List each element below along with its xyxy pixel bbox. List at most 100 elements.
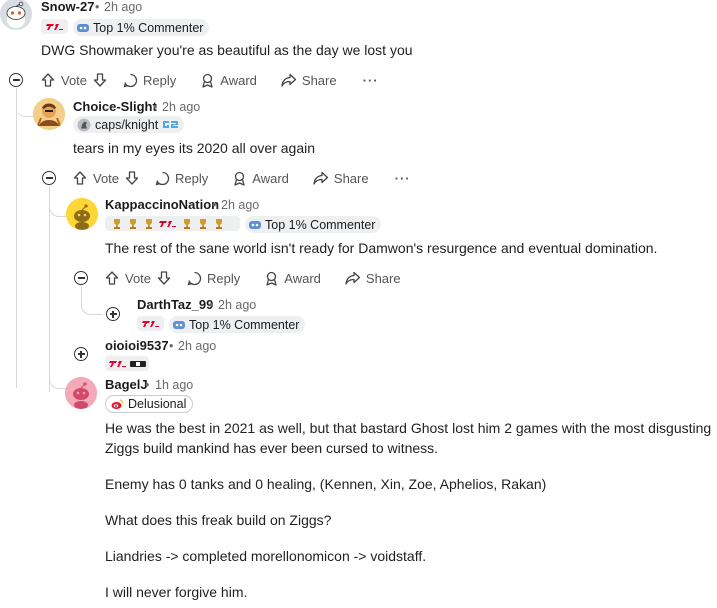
downvote-icon[interactable]: [125, 171, 139, 185]
comment-body-line: Ziggs build mankind has ever been cursed…: [105, 440, 439, 456]
snoo-avatar-icon: [66, 198, 98, 230]
avatar[interactable]: [33, 98, 65, 130]
reply-icon: [155, 171, 170, 185]
username[interactable]: KappaccinoNation: [105, 197, 219, 212]
reply-button[interactable]: Reply: [187, 271, 240, 286]
separator-dot: •: [153, 100, 158, 114]
reply-button[interactable]: Reply: [155, 171, 208, 186]
reply-icon: [187, 271, 202, 285]
timestamp[interactable]: 2h ago: [218, 298, 256, 312]
share-button[interactable]: Share: [313, 171, 369, 186]
share-button[interactable]: Share: [281, 73, 337, 88]
thread-line: [49, 186, 50, 392]
team-logo-icon: [129, 360, 146, 367]
reply-button[interactable]: Reply: [123, 73, 176, 88]
knight-flair-icon: [77, 118, 91, 131]
comment-body-line: Enemy has 0 tanks and 0 healing, (Kennen…: [105, 476, 547, 492]
upvote-icon[interactable]: [73, 171, 87, 185]
t1-logo-icon: [141, 320, 159, 327]
share-button[interactable]: Share: [345, 271, 401, 286]
downvote-icon[interactable]: [93, 73, 107, 87]
trophy-icon: [114, 218, 120, 229]
separator-dot: •: [212, 198, 217, 212]
flair-text: caps/knight: [95, 117, 159, 132]
trophy-icon: [130, 218, 136, 229]
award-button[interactable]: Award: [200, 73, 257, 88]
timestamp[interactable]: 2h ago: [221, 198, 259, 212]
comment-body-line: Liandries -> completed morellonomicon ->…: [105, 548, 427, 564]
character-avatar-icon: [33, 98, 65, 130]
share-label: Share: [333, 170, 369, 186]
vote-label: Vote: [125, 270, 152, 286]
comment-body: tears in my eyes its 2020 all over again: [73, 140, 316, 156]
username[interactable]: BagelJ: [105, 377, 148, 392]
award-icon: [266, 271, 277, 286]
trophy-icon: [184, 218, 190, 229]
t1-logo-icon: [45, 23, 63, 30]
award-label: Award: [220, 72, 257, 88]
award-label: Award: [284, 270, 321, 286]
award-button[interactable]: Award: [264, 271, 321, 286]
flair-text: Top 1% Commenter: [265, 217, 376, 232]
vote-group: Vote: [41, 73, 107, 88]
flair-badge: Top 1% Commenter: [73, 19, 210, 36]
share-label: Share: [365, 270, 401, 286]
top-commenter-icon: [77, 23, 89, 32]
expand-icon[interactable]: [74, 347, 88, 361]
snoo-avatar-icon: [65, 377, 97, 409]
trophy-icon: [146, 218, 152, 229]
flair-text: Top 1% Commenter: [189, 317, 300, 332]
comment-actions: Vote Reply Award Share: [105, 267, 401, 289]
comment-body: DWG Showmaker you're as beautiful as the…: [41, 42, 413, 58]
reply-label: Reply: [175, 170, 209, 186]
timestamp[interactable]: 2h ago: [162, 100, 200, 114]
trophy-flair: [105, 216, 240, 231]
avatar[interactable]: [65, 377, 97, 409]
trophy-icon: [200, 218, 206, 229]
upvote-icon[interactable]: [41, 73, 55, 87]
downvote-icon[interactable]: [157, 271, 171, 285]
top-commenter-icon: [173, 320, 185, 329]
avatar[interactable]: [66, 198, 98, 230]
vote-group: Vote: [73, 171, 139, 186]
collapse-icon[interactable]: [42, 171, 56, 185]
comment-body-line: I will never forgive him.: [105, 584, 248, 600]
team-flair: [105, 356, 149, 371]
flair-badge: Delusional: [105, 395, 194, 413]
award-button[interactable]: Award: [232, 171, 289, 186]
flair-text: Top 1% Commenter: [93, 20, 204, 35]
timestamp[interactable]: 2h ago: [178, 339, 216, 353]
collapse-icon[interactable]: [9, 73, 23, 87]
username[interactable]: oioioi9537: [105, 338, 169, 353]
trophy-icon: [216, 218, 222, 229]
weibo-logo-icon: [111, 399, 124, 409]
more-icon: ···: [362, 72, 379, 88]
username[interactable]: Choice-Slight: [73, 99, 157, 114]
timestamp[interactable]: 1h ago: [155, 378, 193, 392]
t1-logo-icon: [159, 220, 176, 227]
upvote-icon[interactable]: [105, 271, 119, 285]
username[interactable]: Snow-27: [41, 0, 94, 14]
team-flair-t1: [41, 19, 68, 34]
vote-label: Vote: [61, 72, 88, 88]
t1-logo-icon: [108, 360, 126, 367]
flair-text: Delusional: [128, 397, 187, 411]
separator-dot: •: [169, 339, 174, 353]
reply-label: Reply: [207, 270, 241, 286]
top-commenter-icon: [249, 220, 261, 229]
vote-group: Vote: [105, 271, 171, 286]
separator-dot: •: [95, 0, 100, 14]
avatar[interactable]: [0, 0, 32, 30]
comment-body: The rest of the sane world isn't ready f…: [105, 240, 658, 256]
award-icon: [234, 171, 245, 186]
timestamp[interactable]: 2h ago: [104, 0, 142, 14]
expand-icon[interactable]: [106, 307, 120, 321]
comment-actions: Vote Reply Award Share ···: [73, 167, 411, 189]
collapse-icon[interactable]: [74, 271, 88, 285]
more-options-button[interactable]: ···: [363, 73, 379, 88]
more-options-button[interactable]: ···: [395, 171, 411, 186]
thread-curve: [49, 366, 66, 389]
share-icon: [313, 171, 329, 185]
comment-actions: Vote Reply Award Share ···: [41, 69, 379, 91]
username[interactable]: DarthTaz_99: [137, 297, 213, 312]
